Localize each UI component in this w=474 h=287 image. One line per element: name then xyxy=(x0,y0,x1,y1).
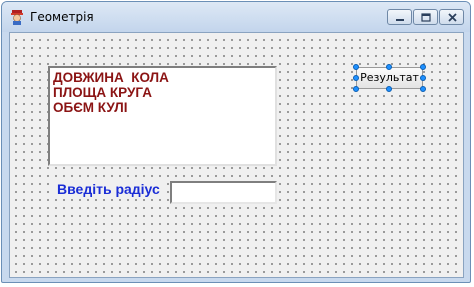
app-icon xyxy=(9,9,25,25)
memo-line: ДОВЖИНА КОЛА xyxy=(53,70,169,85)
form-window: Геометрія ДОВЖИНА КОЛА ПЛОЩА КРУГА ОБЄМ … xyxy=(1,1,471,283)
selection-handle[interactable] xyxy=(420,75,426,81)
radius-label: Введіть радіус xyxy=(55,181,162,197)
memo-line: ПЛОЩА КРУГА xyxy=(53,85,152,100)
radius-input[interactable] xyxy=(170,181,277,204)
form-client-area: ДОВЖИНА КОЛА ПЛОЩА КРУГА ОБЄМ КУЛІ Введі… xyxy=(9,32,464,278)
caption-buttons xyxy=(386,9,464,25)
selection-handle[interactable] xyxy=(353,86,359,92)
memo-line: ОБЄМ КУЛІ xyxy=(53,100,128,115)
maximize-button[interactable] xyxy=(413,9,438,25)
selection-handle[interactable] xyxy=(386,64,392,70)
maximize-icon xyxy=(421,13,431,22)
window-title: Геометрія xyxy=(30,10,94,24)
minimize-icon xyxy=(396,19,404,21)
minimize-button[interactable] xyxy=(387,9,412,25)
close-button[interactable] xyxy=(439,9,464,25)
close-icon xyxy=(448,13,457,22)
selection-handle[interactable] xyxy=(353,75,359,81)
output-memo[interactable]: ДОВЖИНА КОЛА ПЛОЩА КРУГА ОБЄМ КУЛІ xyxy=(48,66,277,166)
selection-handle[interactable] xyxy=(386,86,392,92)
selection-handle[interactable] xyxy=(353,64,359,70)
title-bar[interactable]: Геометрія xyxy=(2,2,470,32)
selection-handle[interactable] xyxy=(420,86,426,92)
selection-handle[interactable] xyxy=(420,64,426,70)
